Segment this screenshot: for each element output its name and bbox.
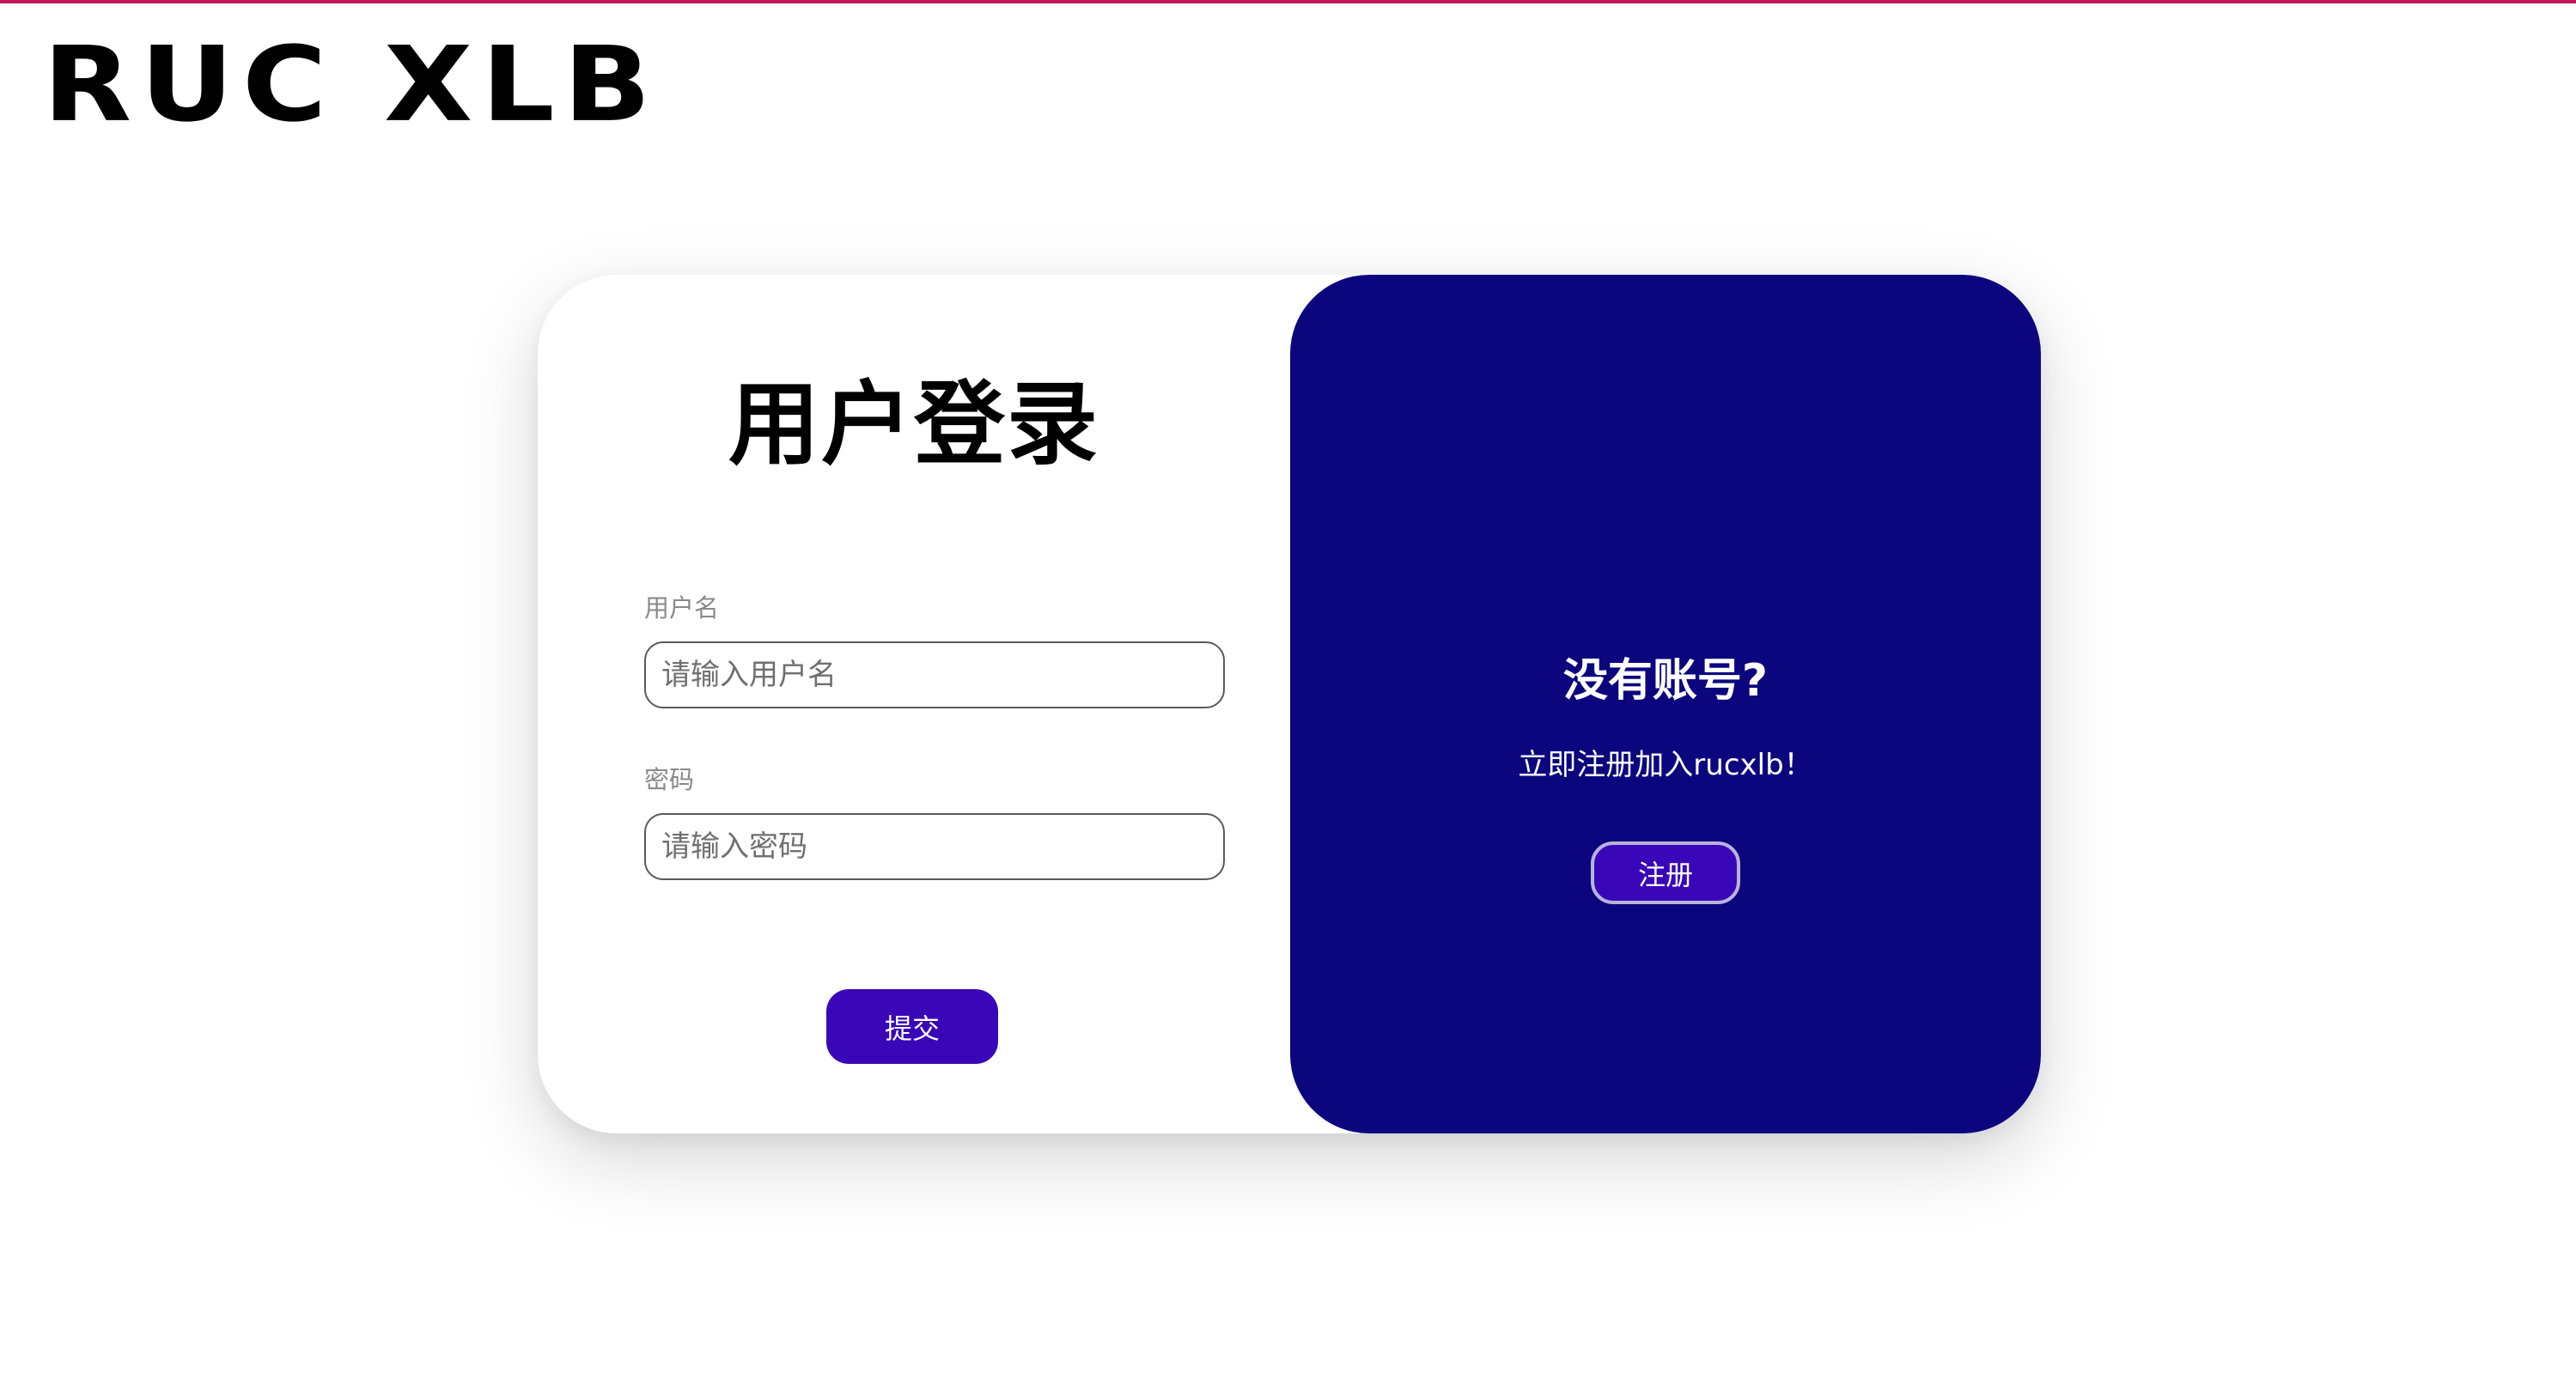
register-button[interactable]: 注册	[1591, 841, 1740, 904]
register-panel: 没有账号? 立即注册加入rucxlb！ 注册	[1290, 275, 2041, 1133]
register-title: 没有账号?	[1562, 655, 1769, 707]
register-subtitle: 立即注册加入rucxlb！	[1518, 748, 1813, 782]
login-title: 用户登录	[728, 372, 1099, 477]
username-input[interactable]	[644, 641, 1225, 708]
brand-logo: RUC XLB	[43, 24, 660, 145]
password-input[interactable]	[644, 813, 1225, 880]
password-label: 密码	[644, 765, 695, 794]
top-accent-line	[0, 0, 2576, 3]
username-label: 用户名	[644, 593, 720, 623]
auth-card: 用户登录 用户名 密码 提交 没有账号? 立即注册加入rucxlb！ 注册	[538, 275, 2041, 1133]
submit-button[interactable]: 提交	[826, 989, 998, 1064]
